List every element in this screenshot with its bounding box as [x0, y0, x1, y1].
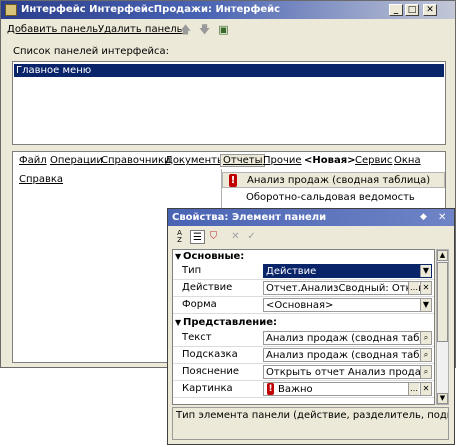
property-label: Тип [182, 265, 202, 276]
ellipsis-icon[interactable]: … [408, 282, 419, 294]
check-icon[interactable]: ▣ [217, 23, 230, 37]
clear-icon[interactable]: ✕ [420, 383, 431, 395]
important-icon: ! [267, 383, 274, 395]
magnifier-icon[interactable]: ⌕ [420, 366, 431, 378]
property-row-tooltip[interactable]: Подсказка Анализ продаж (сводная таблица… [173, 347, 434, 364]
menu-item-new[interactable]: <Новая> [304, 155, 356, 166]
menu-item-windows[interactable]: Окна [394, 155, 421, 166]
property-label: Текст [182, 332, 212, 343]
menu-item-service[interactable]: Сервис [355, 155, 392, 166]
type-value: Действие [266, 266, 317, 277]
properties-toolbar: AZ ☰ ⛉ ✕ ✓ [172, 229, 450, 246]
magnifier-icon[interactable]: ⌕ [420, 349, 431, 361]
properties-window: Свойства: Элемент панели ◆ ✕ AZ ☰ ⛉ ✕ ✓ … [167, 208, 455, 445]
submenu-item-turnover-balance[interactable]: Оборотно-сальдовая ведомость [222, 190, 445, 206]
property-row-form[interactable]: Форма <Основная> ▼ [173, 297, 434, 314]
submenu-item-sales-analysis[interactable]: ! Анализ продаж (сводная таблица) [222, 172, 445, 188]
close-icon[interactable]: ✕ [438, 209, 446, 226]
ellipsis-icon[interactable]: … [408, 383, 419, 395]
tooltip-field[interactable]: Анализ продаж (сводная таблица) ⌕ [263, 348, 432, 362]
property-row-picture[interactable]: Картинка ! Важно … ✕ [173, 381, 434, 398]
form-select[interactable]: <Основная> ▼ [263, 298, 432, 312]
menu-item-documents[interactable]: Документы [165, 155, 225, 166]
clear-icon[interactable]: ✕ [420, 282, 431, 294]
filter-icon[interactable]: ⛉ [206, 230, 221, 244]
window-titlebar[interactable]: Интерфейс ИнтерфейсПродажи: Интерфейс _ … [1, 1, 455, 19]
menu-item-catalogs[interactable]: Справочники [101, 155, 171, 166]
section-main-label: Основные: [183, 251, 245, 262]
explanation-field[interactable]: Открыть отчет Анализ продаж (сво ⌕ [263, 365, 432, 379]
apply-icon[interactable]: ✓ [244, 230, 259, 244]
menu-item-file[interactable]: Файл [19, 155, 47, 166]
dropdown-arrow-icon[interactable]: ▼ [420, 265, 431, 277]
panel-list-item-main-menu[interactable]: Главное меню [14, 64, 444, 77]
section-presentation-label: Представление: [183, 317, 277, 328]
clear-icon[interactable]: ✕ [228, 230, 243, 244]
move-down-icon[interactable]: 🡇 [198, 23, 211, 37]
submenu-item-label: Оборотно-сальдовая ведомость [246, 192, 415, 203]
categorized-icon[interactable]: ☰ [190, 230, 205, 244]
property-description: Тип элемента панели (действие, разделите… [172, 407, 449, 440]
property-row-action[interactable]: Действие Отчет.АнализСводный: Открыть от… [173, 280, 434, 297]
scroll-down-icon[interactable]: ▼ [437, 393, 448, 404]
action-field[interactable]: Отчет.АнализСводный: Открыть отчет … ✕ [263, 281, 432, 295]
main-toolbar: Добавить панель Удалить панель 🡅 🡇 ▣ [7, 23, 449, 39]
tooltip-value: Анализ продаж (сводная таблица) [266, 350, 432, 361]
window-title: Интерфейс ИнтерфейсПродажи: Интерфейс [21, 4, 281, 15]
collapse-arrow-icon[interactable]: ▼ [175, 316, 181, 329]
type-select[interactable]: Действие ▼ [263, 264, 432, 278]
sort-alphabetical-icon[interactable]: AZ [172, 230, 187, 244]
close-icon[interactable]: ✕ [423, 4, 437, 16]
pin-icon[interactable]: ◆ [420, 209, 427, 226]
explanation-value: Открыть отчет Анализ продаж (сво [266, 367, 431, 378]
scroll-thumb[interactable] [437, 262, 448, 342]
picture-value: Важно [278, 384, 313, 395]
scroll-up-icon[interactable]: ▲ [437, 250, 448, 261]
property-label: Действие [182, 282, 233, 293]
maximize-icon[interactable]: □ [405, 4, 419, 16]
text-field[interactable]: Анализ продаж (сводная таблица) ⌕ [263, 331, 432, 345]
properties-titlebar[interactable]: Свойства: Элемент панели ◆ ✕ [168, 209, 454, 226]
form-value: <Основная> [266, 300, 334, 311]
section-main[interactable]: ▼ Основные: [173, 250, 434, 263]
delete-panel-button[interactable]: Удалить панель [98, 24, 183, 35]
important-icon: ! [229, 174, 237, 187]
property-row-explanation[interactable]: Пояснение Открыть отчет Анализ продаж (с… [173, 364, 434, 381]
dropdown-arrow-icon[interactable]: ▼ [420, 299, 431, 311]
minimize-icon[interactable]: _ [389, 4, 403, 16]
property-label: Пояснение [182, 366, 240, 377]
panels-list[interactable]: Главное меню [12, 61, 446, 145]
menu-item-operations[interactable]: Операции [50, 155, 103, 166]
add-panel-button[interactable]: Добавить панель [7, 24, 98, 35]
interface-icon [5, 4, 17, 16]
property-row-text[interactable]: Текст Анализ продаж (сводная таблица) ⌕ [173, 330, 434, 347]
menu-bar-preview: Файл Операции Справочники Документы Отче… [13, 154, 445, 169]
text-value: Анализ продаж (сводная таблица) [266, 333, 432, 344]
menu-item-help[interactable]: Справка [19, 174, 63, 185]
property-grid-scrollbar[interactable]: ▲ ▼ [436, 249, 449, 405]
property-row-type[interactable]: Тип Действие ▼ [173, 263, 434, 280]
submenu-item-label: Анализ продаж (сводная таблица) [247, 175, 431, 186]
properties-title: Свойства: Элемент панели [172, 212, 327, 223]
menu-item-other[interactable]: Прочие [263, 155, 302, 166]
property-label: Форма [182, 299, 217, 310]
collapse-arrow-icon[interactable]: ▼ [175, 250, 181, 263]
magnifier-icon[interactable]: ⌕ [420, 332, 431, 344]
menu-item-reports[interactable]: Отчеты [220, 154, 266, 167]
panels-list-label: Список панелей интерфейса: [13, 46, 169, 57]
move-up-icon[interactable]: 🡅 [179, 23, 192, 37]
property-label: Подсказка [182, 349, 238, 360]
picture-field[interactable]: ! Важно … ✕ [263, 382, 432, 396]
property-label: Картинка [182, 383, 233, 394]
section-presentation[interactable]: ▼ Представление: [173, 316, 434, 329]
property-grid: ▼ Основные: Тип Действие ▼ Действие Отче… [172, 249, 435, 405]
